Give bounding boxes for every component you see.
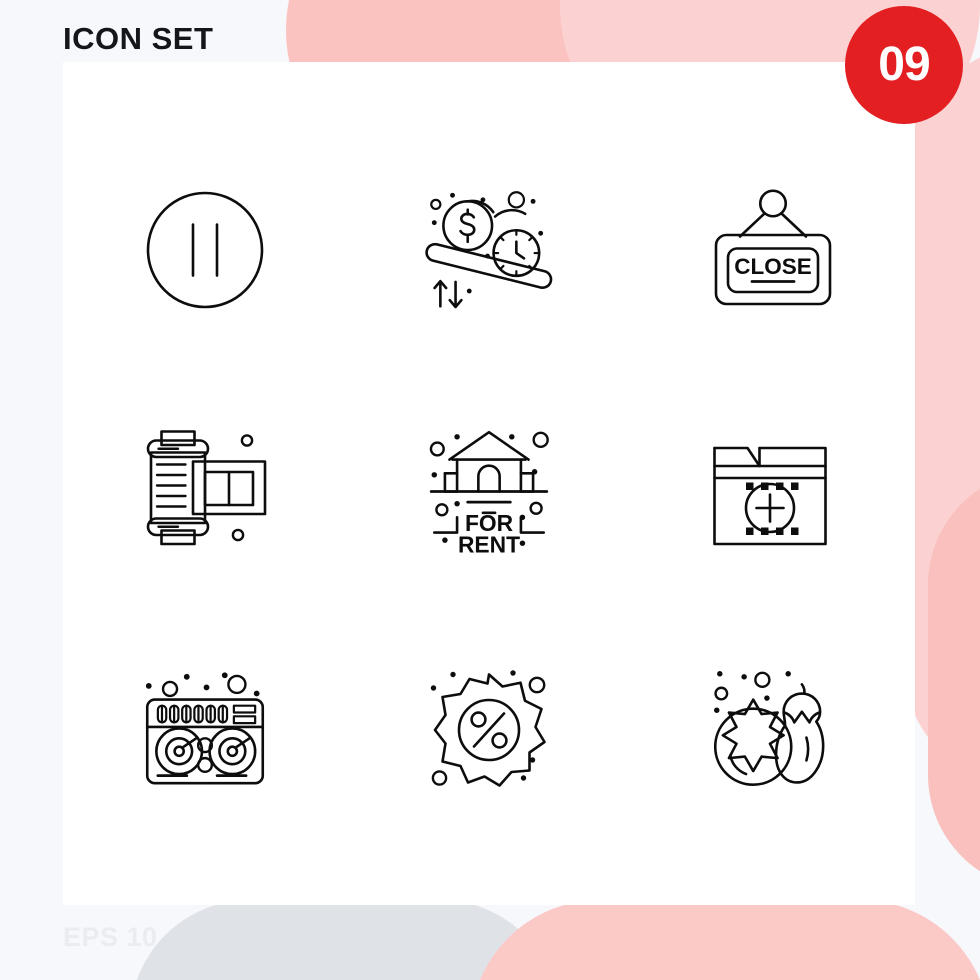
decorative-blob-bottom-gray xyxy=(130,900,560,980)
film-roll-icon xyxy=(130,415,280,565)
icon-cell-film-roll[interactable] xyxy=(63,370,347,610)
icon-cell-for-rent[interactable]: FOR RENT xyxy=(347,370,631,610)
icon-set-poster: ICON SET 09 CLOSE FOR RENT EPS 10 xyxy=(0,0,980,980)
icon-grid: CLOSE FOR RENT xyxy=(63,130,915,850)
dj-mixer-icon xyxy=(129,672,281,806)
vegetables-icon xyxy=(697,671,849,806)
icon-cell-dj-mixer[interactable] xyxy=(63,610,347,850)
eps-version-label: EPS 10 xyxy=(63,922,158,952)
icon-cell-time-is-money[interactable] xyxy=(347,130,631,370)
icon-cell-add-folder[interactable] xyxy=(631,370,915,610)
page-title: ICON SET xyxy=(63,21,214,56)
icon-cell-close-sign[interactable]: CLOSE xyxy=(631,130,915,370)
icon-cell-vegetables[interactable] xyxy=(631,610,915,850)
for-rent-icon: FOR RENT xyxy=(413,414,565,557)
close-sign-text: CLOSE xyxy=(734,254,812,279)
pause-circle-icon xyxy=(130,175,280,325)
icon-cell-discount-badge[interactable] xyxy=(347,610,631,850)
set-number-label: 09 xyxy=(878,38,930,91)
for-rent-text-line2: RENT xyxy=(458,531,520,557)
set-number-badge: 09 xyxy=(845,6,963,124)
add-folder-icon xyxy=(698,415,848,565)
close-sign-icon: CLOSE xyxy=(698,175,848,325)
icon-cell-pause-circle[interactable] xyxy=(63,130,347,370)
discount-badge-icon xyxy=(430,670,564,805)
time-is-money-icon xyxy=(413,174,565,326)
decorative-blob-right-pink xyxy=(928,470,980,890)
decorative-blob-bottom-pink xyxy=(470,900,980,980)
